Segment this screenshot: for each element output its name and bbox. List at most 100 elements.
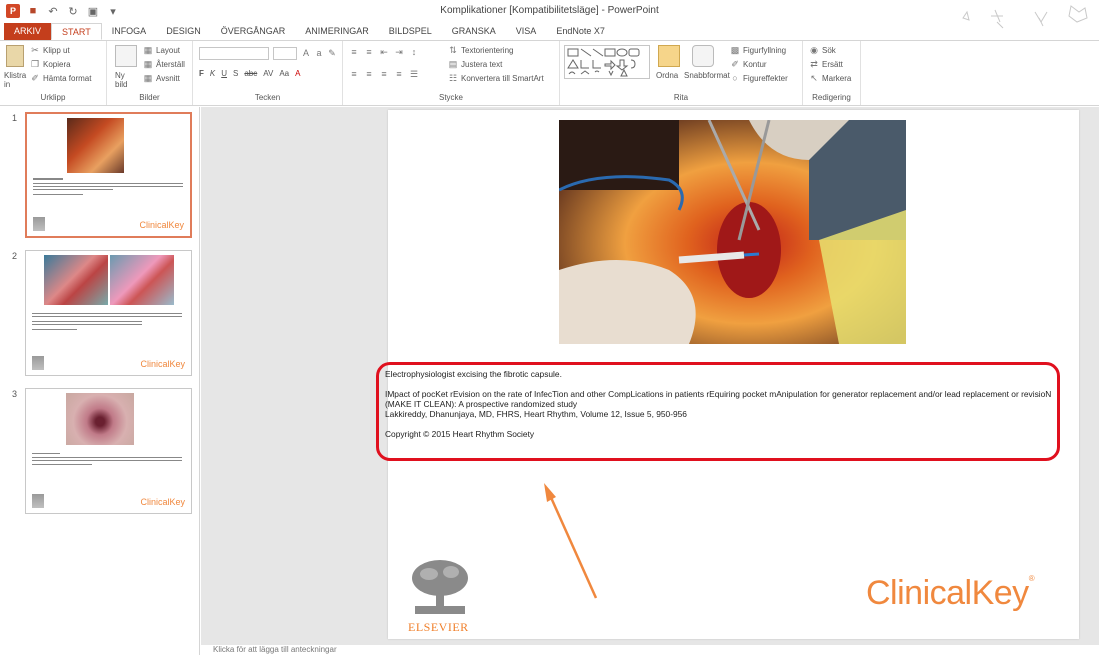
clear-format-icon: ✎ [328,48,336,58]
tab-start[interactable]: START [51,23,102,40]
quick-styles-button[interactable]: Snabbformat [684,71,730,80]
bold-button[interactable]: F [199,69,204,78]
slide-thumbnail-1[interactable]: ClinicalKey [25,112,192,238]
align-text-icon: ▤ [448,59,458,69]
tab-animeringar[interactable]: ANIMERINGAR [295,23,379,40]
thumbnail-text-line [33,186,183,187]
thumbnail-text-line [32,453,60,454]
find-button[interactable]: ◉ Sök [809,45,836,55]
thumbnail-text-line [32,464,92,465]
binoculars-icon: ◉ [810,45,818,55]
text-direction-label: Textorientering [461,45,514,55]
slide-caption[interactable]: Electrophysiologist excising the fibroti… [376,369,1060,439]
numbering-icon[interactable]: ≡ [364,47,374,57]
group-label-clipboard: Urklipp [40,93,66,102]
copy-button[interactable]: ❐ Kopiera [30,59,71,69]
group-slides: Ny bild ▦ Layout ▦ Återställ ▦ Avsnitt Bild… [107,41,193,105]
char-spacing-icon[interactable]: AV [263,69,273,78]
layout-label: Layout [156,45,181,55]
section-button[interactable]: ▦ Avsnitt [143,73,180,83]
shape-effects-button[interactable]: ○ Figureffekter [730,73,787,83]
align-center-icon[interactable]: ≡ [364,69,374,79]
slide-editing-area[interactable]: Electrophysiologist excising the fibroti… [201,107,1099,645]
justify-icon[interactable]: ≡ [394,69,404,79]
tab-endnote[interactable]: EndNote X7 [546,23,615,40]
thumbnail-number: 3 [12,389,18,399]
font-size-dropdown[interactable] [273,47,297,60]
font-grow-shrink-buttons[interactable]: Aa ✎ [301,48,337,58]
align-right-icon[interactable]: ≡ [379,69,389,79]
font-color-icon[interactable]: A [295,69,300,78]
decrease-indent-icon[interactable]: ⇤ [379,47,389,57]
group-label-drawing: Rita [673,93,689,102]
tab-visa[interactable]: VISA [506,23,547,40]
tab-overgangar[interactable]: ÖVERGÅNGAR [211,23,296,40]
surgery-photo[interactable] [559,120,906,344]
notes-pane[interactable]: Klicka för att lägga till anteckningar [201,645,1099,655]
slide-thumbnail-2[interactable]: ClinicalKey [25,250,192,376]
reset-button[interactable]: ▦ Återställ [143,59,185,69]
paste-button[interactable]: Klistra in [4,71,28,89]
thumbnail-text-line [32,329,77,330]
select-button[interactable]: ↖ Markera [809,73,851,83]
shape-fill-button[interactable]: ▩ Figurfyllning [730,45,786,55]
shapes-gallery[interactable] [564,45,650,79]
line-spacing-icon[interactable]: ↕ [409,47,419,57]
quick-styles-icon[interactable] [692,45,714,67]
current-slide[interactable]: Electrophysiologist excising the fibroti… [376,110,1079,639]
smartart-icon: ☷ [448,73,458,83]
tab-granska[interactable]: GRANSKA [442,23,506,40]
font-family-dropdown[interactable] [199,47,269,60]
cut-label: Klipp ut [43,45,70,55]
thumbnail-text-line [32,457,182,458]
tab-bildspel[interactable]: BILDSPEL [379,23,442,40]
powerpoint-window: P ■ ↶ ↻ ▣ ▾ Komplikationer [Kompatibilit… [0,0,1099,655]
tab-arkiv[interactable]: ARKIV [4,23,52,40]
increase-indent-icon[interactable]: ⇥ [394,47,404,57]
format-painter-button[interactable]: ✐ Hämta format [30,73,91,83]
thumbnail-image [44,255,108,305]
thumbnail-text-line [33,189,113,190]
reset-label: Återställ [156,59,185,69]
copy-icon: ❐ [30,59,40,69]
group-paragraph: ≡ ≡ ⇤ ⇥ ↕ ≡ ≡ ≡ ≡ ☰ ⇅ Textorientering ▤ Ju… [343,41,560,105]
clinicalkey-wordmark: ClinicalKey [866,574,1029,612]
caption-copyright: Copyright © 2015 Heart Rhythm Society [385,429,535,439]
new-slide-icon[interactable] [115,45,137,67]
shape-outline-button[interactable]: ✐ Kontur [730,59,767,69]
smartart-button[interactable]: ☷ Konvertera till SmartArt [448,73,544,83]
tab-design[interactable]: DESIGN [156,23,211,40]
group-label-paragraph: Stycke [438,93,463,102]
thumbnail-text-line [32,321,142,322]
align-text-button[interactable]: ▤ Justera text [448,59,503,69]
caption-title: Electrophysiologist excising the fibroti… [385,369,562,379]
window-title: Komplikationer [Kompatibilitetsläge] - P… [440,5,659,16]
layout-button[interactable]: ▦ Layout [143,45,180,55]
new-slide-button[interactable]: Ny bild [115,71,135,89]
tab-infoga[interactable]: INFOGA [102,23,157,40]
thumbnail-text-line [33,178,63,180]
text-direction-button[interactable]: ⇅ Textorientering [448,45,513,55]
italic-button[interactable]: K [210,69,215,78]
underline-button[interactable]: U [221,69,227,78]
select-label: Markera [822,73,852,83]
slide-thumbnail-3[interactable]: ClinicalKey [25,388,192,514]
list-buttons: ≡ ≡ ⇤ ⇥ ↕ [349,47,419,57]
arrange-button[interactable]: Ordna [656,71,678,80]
arrange-icon[interactable] [658,45,680,67]
shape-outline-label: Kontur [743,59,767,69]
pen-icon: ✐ [731,59,739,69]
bullets-icon[interactable]: ≡ [349,47,359,57]
cut-button[interactable]: ✂ Klipp ut [30,45,70,55]
columns-icon[interactable]: ☰ [409,69,419,79]
elsevier-tree-icon [32,494,44,508]
paste-icon[interactable] [6,45,24,67]
strikethrough-button[interactable]: abc [244,69,257,78]
align-left-icon[interactable]: ≡ [349,69,359,79]
replace-button[interactable]: ⇄ Ersätt [809,59,843,69]
font-style-buttons: F K U S abc AV Aa A [199,69,300,78]
shadow-button[interactable]: S [233,69,238,78]
slide-thumbnail-pane[interactable]: 1 ClinicalKey 2 ClinicalKey 3 ClinicalKe… [0,107,200,655]
change-case-button[interactable]: Aa [279,69,289,78]
replace-icon: ⇄ [810,59,818,69]
